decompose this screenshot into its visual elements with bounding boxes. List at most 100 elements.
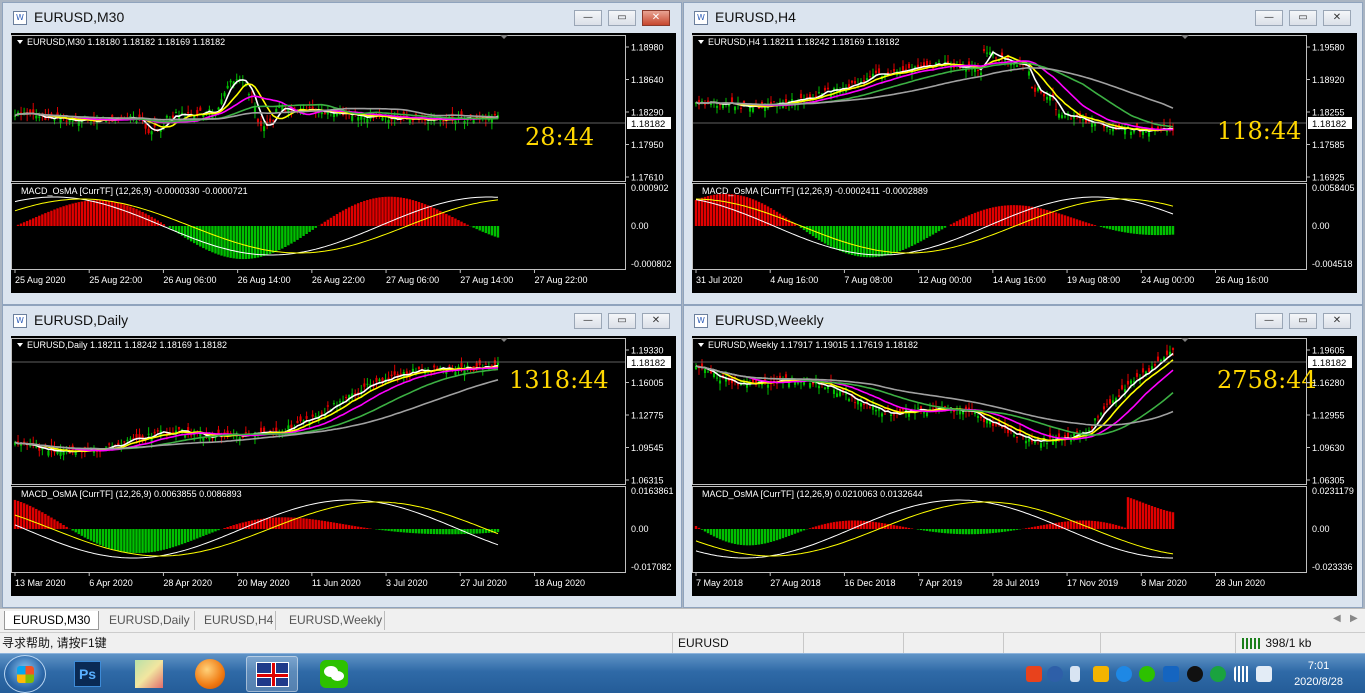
window-titlebar[interactable]: W EURUSD,Daily — ▭ ✕ — [3, 306, 681, 336]
candle-body — [817, 385, 821, 389]
minimize-button[interactable]: — — [574, 10, 602, 26]
price-chart[interactable]: 1.181822758:44 EURUSD,Weekly 1.17917 1.19… — [692, 336, 1357, 596]
time-axis-label: 17 Nov 2019 — [1067, 578, 1118, 588]
macd-histogram-bar — [235, 524, 238, 529]
tray-app-icon[interactable] — [1093, 666, 1109, 682]
macd-histogram-bar — [871, 521, 875, 529]
macd-histogram-bar — [281, 226, 284, 249]
macd-histogram-bar — [700, 529, 704, 530]
help-icon[interactable] — [1047, 666, 1063, 682]
macd-histogram-bar — [28, 505, 32, 529]
macd-histogram-bar — [1141, 502, 1145, 529]
candle-body — [1126, 380, 1130, 385]
tab-eurusd-weekly[interactable]: EURUSD,Weekly — [281, 611, 385, 630]
macd-histogram-bar — [223, 226, 226, 257]
macd-histogram-bar — [1024, 528, 1028, 529]
start-button[interactable] — [4, 655, 46, 693]
close-button[interactable]: ✕ — [642, 313, 670, 329]
maximize-button[interactable]: ▭ — [608, 313, 636, 329]
taskbar-app-metatrader[interactable] — [246, 656, 298, 692]
symbol-ohlc-label: EURUSD,Weekly 1.17917 1.19015 1.17619 1.… — [708, 340, 918, 350]
taskbar-app-browser[interactable] — [184, 656, 236, 692]
connection-status[interactable]: 398/1 kb — [1235, 633, 1365, 653]
candle-body — [381, 117, 384, 121]
macd-histogram-bar — [25, 220, 29, 226]
macd-histogram-bar — [147, 529, 150, 553]
macd-histogram-bar — [970, 529, 974, 535]
close-button[interactable]: ✕ — [642, 10, 670, 26]
time-axis-label: 6 Apr 2020 — [89, 578, 133, 588]
maximize-button[interactable]: ▭ — [1289, 10, 1317, 26]
tab-scroll-left-icon[interactable]: ◀ — [1333, 613, 1341, 624]
tray-app-icon[interactable] — [1116, 666, 1132, 682]
macd-histogram-bar — [1159, 226, 1163, 236]
minimize-button[interactable]: — — [1255, 313, 1283, 329]
macd-histogram-bar — [38, 510, 41, 529]
macd-histogram-bar — [712, 529, 716, 537]
minimize-button[interactable]: — — [574, 313, 602, 329]
volume-icon[interactable] — [1256, 666, 1272, 682]
system-clock[interactable]: 7:01 2020/8/28 — [1294, 658, 1343, 690]
macd-histogram-bar — [862, 226, 866, 258]
network-icon[interactable] — [1234, 666, 1250, 682]
macd-histogram-bar — [311, 519, 314, 529]
chart-window-m30[interactable]: W EURUSD,M30 — ▭ ✕ 1.18182 28:44 EURUSD,M3… — [2, 2, 682, 305]
candle-body — [332, 113, 336, 118]
tab-eurusd-h4[interactable]: EURUSD,H4 — [196, 611, 276, 630]
taskbar-app-maps[interactable] — [122, 656, 174, 692]
candle-body — [703, 368, 707, 374]
macd-histogram-bar — [71, 529, 74, 531]
candle-body — [144, 124, 147, 129]
window-titlebar[interactable]: W EURUSD,M30 — ▭ ✕ — [3, 3, 681, 33]
minimize-button[interactable]: — — [1255, 10, 1283, 26]
macd-axis-label: 0.00 — [631, 221, 649, 231]
close-button[interactable]: ✕ — [1323, 10, 1351, 26]
time-axis-label: 11 Jun 2020 — [312, 578, 361, 588]
maximize-button[interactable]: ▭ — [1289, 313, 1317, 329]
window-titlebar[interactable]: W EURUSD,H4 — ▭ ✕ — [684, 3, 1362, 33]
wechat-tray-icon[interactable] — [1139, 666, 1155, 682]
macd-histogram-bar — [1144, 503, 1148, 529]
price-chart[interactable]: 1.18182 118:44 EURUSD,H4 1.18211 1.18242 1… — [692, 33, 1357, 293]
taskbar-app-wechat[interactable] — [308, 656, 360, 692]
macd-histogram-bar — [439, 529, 442, 535]
price-chart[interactable]: 1.18182 28:44 EURUSD,M30 1.18180 1.18182 1… — [11, 33, 676, 293]
taskbar-app-photoshop[interactable]: Ps — [62, 656, 114, 692]
candle-body — [35, 446, 38, 448]
price-chart[interactable]: 1.18182 1318:44 EURUSD,Daily 1.18211 1.182… — [11, 336, 676, 596]
candle-body — [967, 61, 971, 66]
macd-histogram-bar — [703, 529, 707, 532]
tab-eurusd-daily[interactable]: EURUSD,Daily — [101, 611, 195, 630]
qq-icon[interactable] — [1187, 666, 1203, 682]
macd-histogram-bar — [490, 226, 494, 236]
macd-histogram-bar — [265, 518, 269, 529]
chart-window-daily[interactable]: W EURUSD,Daily — ▭ ✕ 1.18182 1318:44 EURUS… — [2, 305, 682, 608]
candle-body — [1129, 131, 1133, 136]
candle-body — [302, 420, 305, 422]
input-mode-icon[interactable] — [1070, 666, 1080, 682]
time-axis-label: 27 Aug 06:00 — [386, 275, 439, 285]
chart-window-h4[interactable]: W EURUSD,H4 — ▭ ✕ 1.18182 118:44 EURUSD,H4… — [683, 2, 1363, 305]
macd-histogram-bar — [472, 226, 475, 228]
time-axis-label: 19 Aug 08:00 — [1067, 275, 1120, 285]
macd-histogram-bar — [1138, 226, 1142, 235]
safety-icon[interactable] — [1210, 666, 1226, 682]
security-shield-icon[interactable] — [1163, 666, 1179, 682]
macd-histogram-bar — [814, 526, 818, 529]
macd-histogram-bar — [694, 526, 698, 529]
macd-axis-label: 0.0231179 — [1312, 486, 1354, 496]
close-button[interactable]: ✕ — [1323, 313, 1351, 329]
sogou-input-icon[interactable] — [1026, 666, 1042, 682]
candle-body — [123, 441, 126, 443]
chart-window-weekly[interactable]: W EURUSD,Weekly — ▭ ✕ 1.18182 2758:44 EURU… — [683, 305, 1363, 608]
tab-scroll-right-icon[interactable]: ▶ — [1350, 613, 1358, 624]
tab-eurusd-m30[interactable]: EURUSD,M30 — [4, 611, 99, 630]
candle-body — [53, 119, 56, 121]
macd-histogram-bar — [35, 217, 38, 226]
macd-histogram-bar — [778, 213, 782, 226]
macd-histogram-bar — [718, 194, 722, 226]
macd-histogram-bar — [189, 226, 193, 242]
maximize-button[interactable]: ▭ — [608, 10, 636, 26]
window-titlebar[interactable]: W EURUSD,Weekly — ▭ ✕ — [684, 306, 1362, 336]
macd-histogram-bar — [844, 520, 848, 529]
